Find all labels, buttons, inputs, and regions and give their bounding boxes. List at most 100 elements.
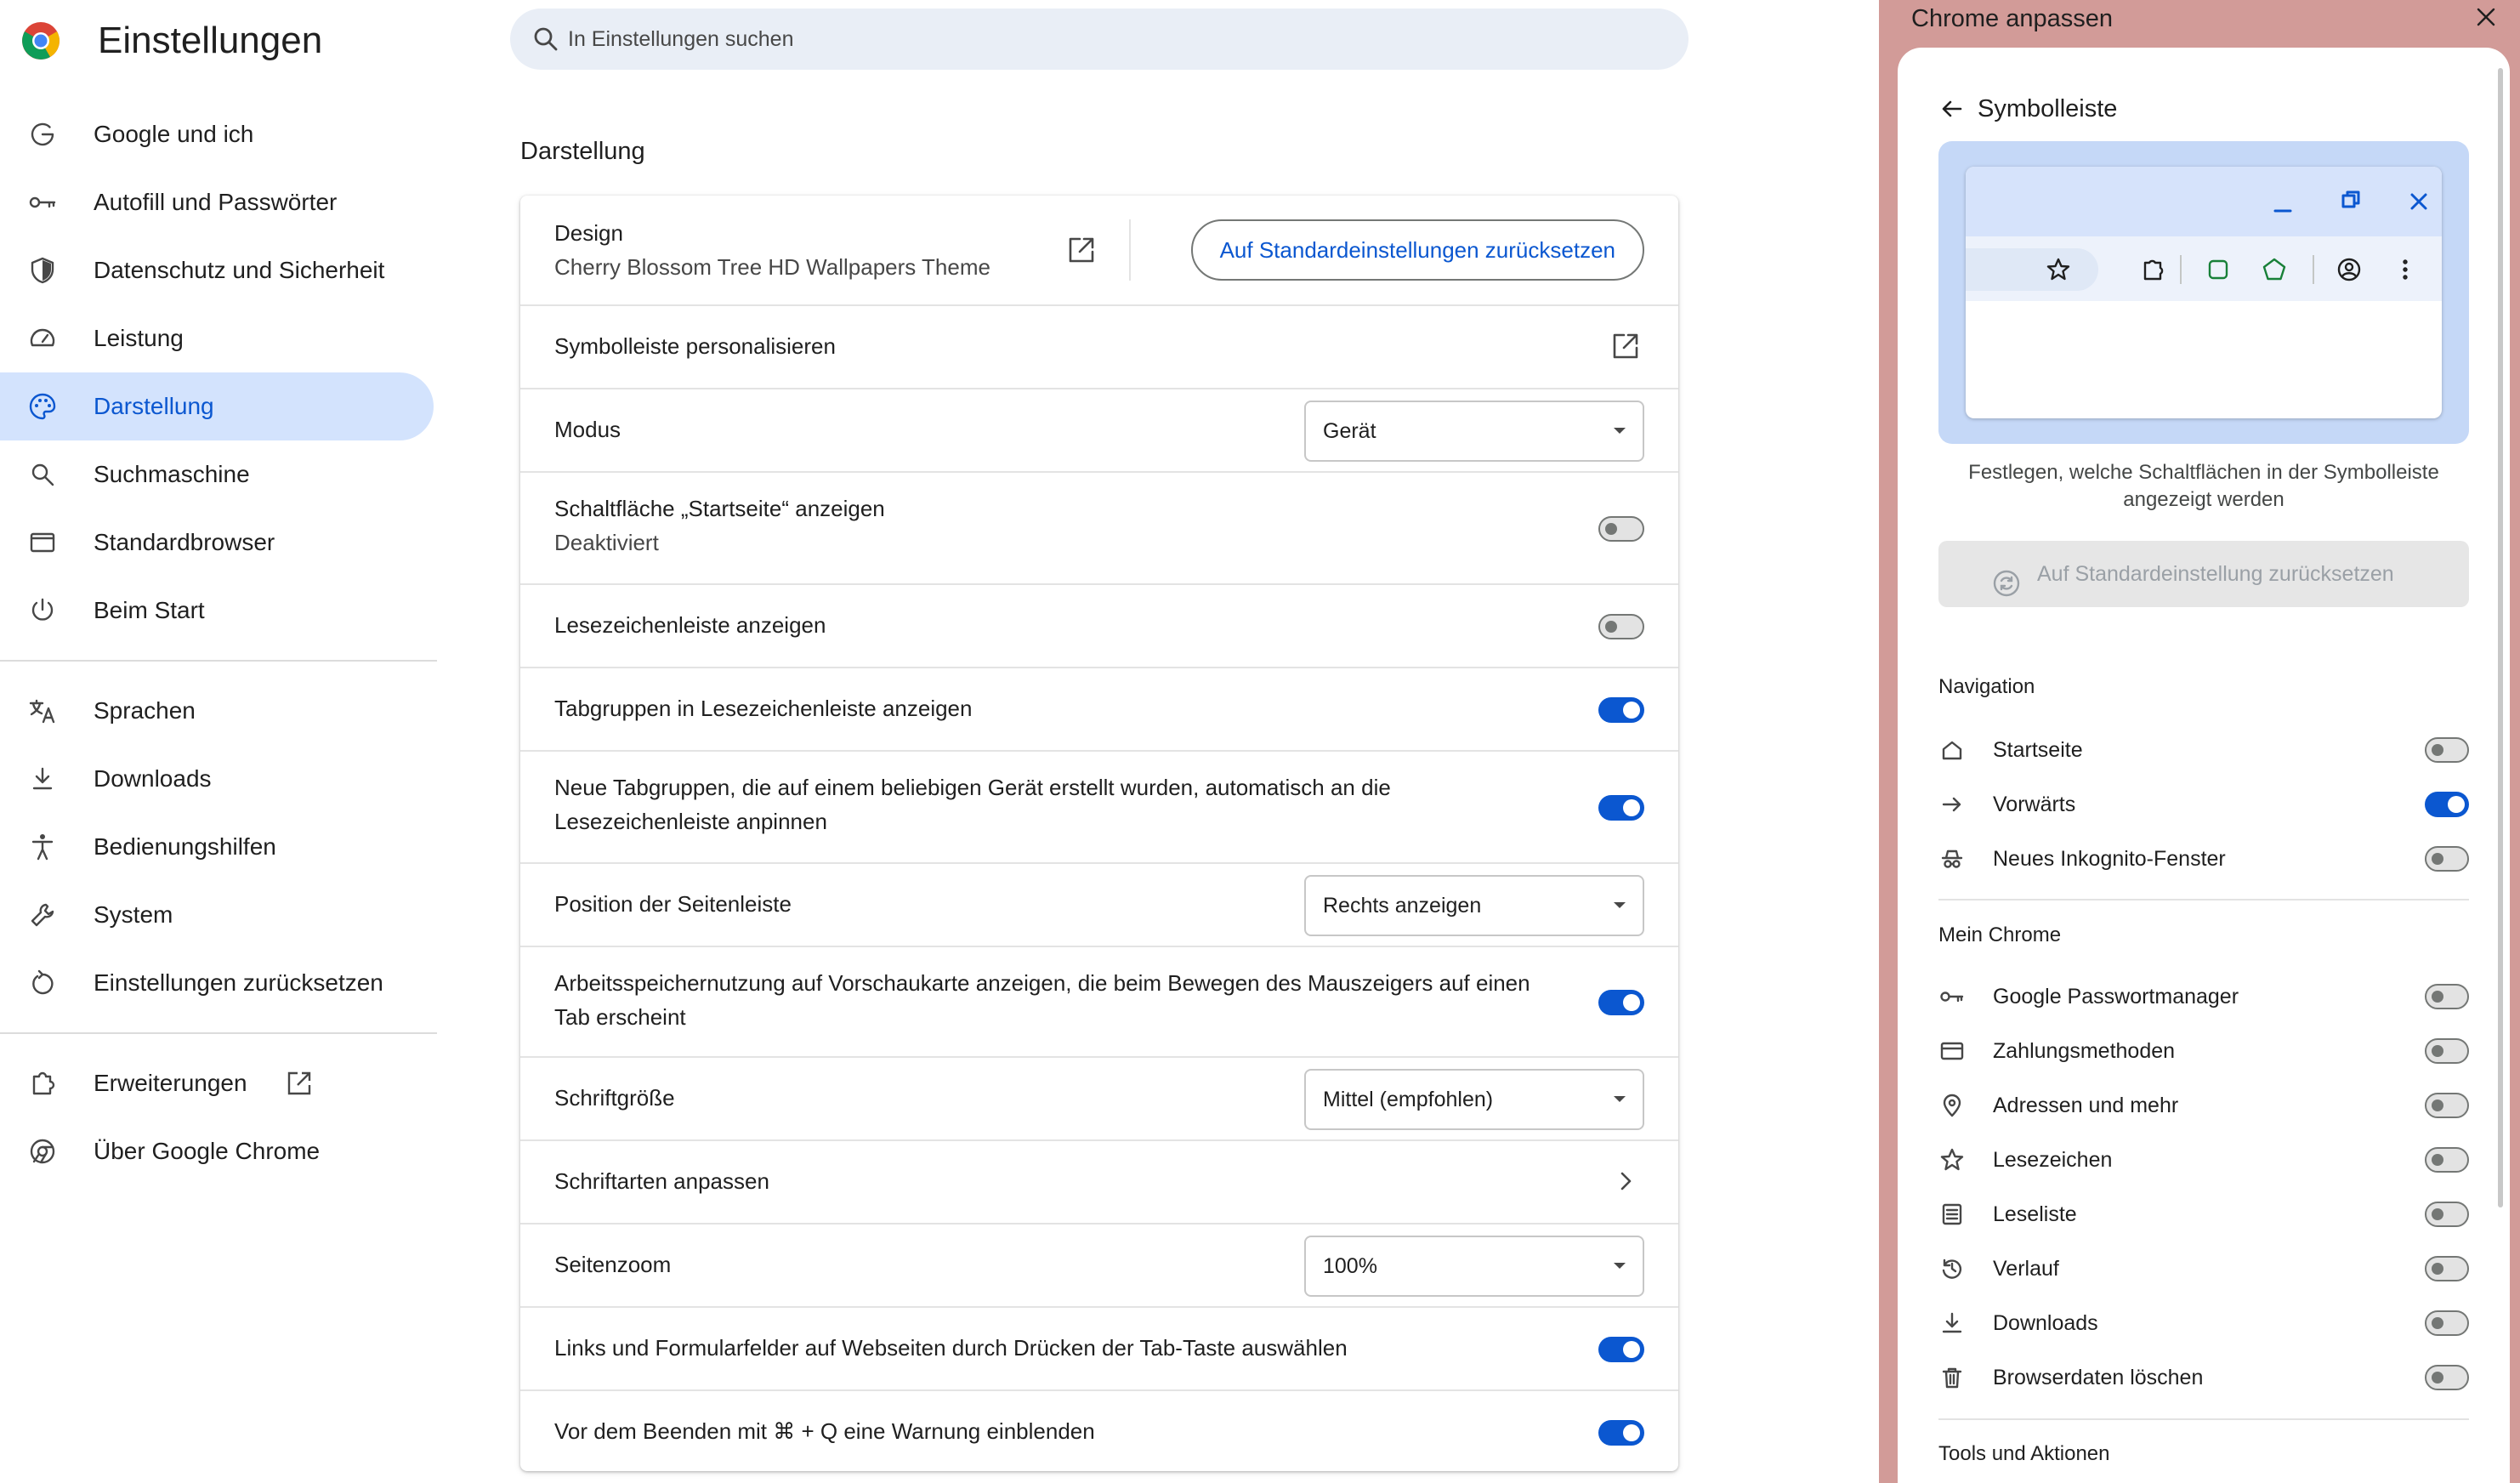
accessibility-icon — [27, 832, 58, 862]
sidebar-item-downloads[interactable]: Downloads — [0, 745, 435, 813]
toolbar-item-addresses: Adressen und mehr — [1938, 1085, 2469, 1128]
sidebar-item-label: System — [94, 901, 173, 928]
customize-toolbar-row[interactable]: Symbolleiste personalisieren — [520, 304, 1678, 388]
page-zoom-select[interactable]: 100% — [1304, 1236, 1644, 1297]
reading-list-toggle[interactable] — [2425, 1202, 2469, 1227]
key-icon — [27, 187, 58, 218]
section-divider — [1938, 1418, 2469, 1420]
sidebar-item-label: Suchmaschine — [94, 461, 250, 487]
quit-warning-toggle[interactable] — [1598, 1420, 1644, 1446]
search-input[interactable] — [568, 9, 1656, 70]
reading-list-icon — [1938, 1201, 1966, 1228]
reset-toolbar-button[interactable]: Auf Standardeinstellung zurücksetzen — [1938, 541, 2469, 607]
mode-select[interactable]: Gerät — [1304, 401, 1644, 462]
nav-divider — [0, 660, 437, 662]
history-icon — [1938, 1255, 1966, 1282]
pin-tab-groups-toggle[interactable] — [1598, 795, 1644, 821]
toolbar-item-label: Neues Inkognito-Fenster — [1993, 847, 2226, 871]
tab-key-toggle[interactable] — [1598, 1337, 1644, 1362]
sidebar-item-default-browser[interactable]: Standardbrowser — [0, 509, 435, 577]
open-in-new-icon[interactable] — [1607, 327, 1644, 365]
clear-data-toggle[interactable] — [2425, 1365, 2469, 1390]
downloads-toggle[interactable] — [2425, 1310, 2469, 1336]
sidebar-position-select[interactable]: Rechts anzeigen — [1304, 875, 1644, 936]
side-panel-scrollbar[interactable] — [2498, 68, 2503, 1207]
section-title: Darstellung — [520, 138, 645, 165]
sidebar-item-label: Einstellungen zurücksetzen — [94, 969, 383, 996]
sidebar-item-appearance[interactable]: Darstellung — [0, 372, 434, 440]
bookmarks-toggle[interactable] — [2425, 1147, 2469, 1173]
home-button-row: Schaltfläche „Startseite“ anzeigen Deakt… — [520, 471, 1678, 583]
sidebar-item-label: Leistung — [94, 325, 184, 351]
sidebar-item-label: Beim Start — [94, 597, 205, 623]
font-size-select[interactable]: Mittel (empfohlen) — [1304, 1069, 1644, 1130]
search-box[interactable] — [510, 9, 1689, 70]
toolbar-item-label: Vorwärts — [1993, 793, 2076, 816]
chrome-logo-icon — [20, 20, 61, 61]
toolbar-item-label: Zahlungsmethoden — [1993, 1039, 2176, 1063]
sidebar-item-performance[interactable]: Leistung — [0, 304, 435, 372]
toolbar-preview — [1938, 141, 2469, 444]
incognito-icon — [1938, 845, 1966, 872]
history-toggle[interactable] — [2425, 1256, 2469, 1281]
customize-toolbar-label: Symbolleiste personalisieren — [554, 333, 836, 359]
sidebar-item-extensions[interactable]: Erweiterungen — [0, 1049, 435, 1117]
bookmarks-bar-row: Lesezeichenleiste anzeigen — [520, 583, 1678, 667]
page-zoom-label: Seitenzoom — [554, 1252, 672, 1277]
sidebar-item-autofill[interactable]: Autofill und Passwörter — [0, 168, 435, 236]
custom-fonts-row[interactable]: Schriftarten anpassen — [520, 1139, 1678, 1223]
profile-icon — [2335, 255, 2364, 284]
sidebar-item-search-engine[interactable]: Suchmaschine — [0, 440, 435, 509]
toolbar-item-password-manager: Google Passwortmanager — [1938, 976, 2469, 1019]
payment-methods-toggle[interactable] — [2425, 1038, 2469, 1064]
bookmarks-bar-toggle[interactable] — [1598, 614, 1644, 639]
close-icon — [2404, 187, 2433, 216]
incognito-toggle[interactable] — [2425, 846, 2469, 872]
preview-omnibox — [1966, 248, 2098, 291]
section-heading-my-chrome: Mein Chrome — [1938, 923, 2062, 946]
translate-icon — [27, 696, 58, 726]
credit-card-icon — [1938, 1037, 1966, 1065]
addresses-toggle[interactable] — [2425, 1093, 2469, 1118]
mode-label: Modus — [554, 417, 621, 442]
sidebar-item-google-und-ich[interactable]: Google und ich — [0, 100, 435, 168]
sidebar-item-languages[interactable]: Sprachen — [0, 677, 435, 745]
sidebar-item-label: Bedienungshilfen — [94, 833, 276, 860]
sidebar-item-system[interactable]: System — [0, 881, 435, 949]
design-label: Design — [554, 220, 623, 246]
toolbar-separator — [2180, 255, 2182, 284]
close-icon[interactable] — [2471, 2, 2501, 32]
sidebar-item-about-chrome[interactable]: Über Google Chrome — [0, 1117, 435, 1185]
home-button-toggle[interactable] — [1598, 516, 1644, 542]
sidebar-item-reset-settings[interactable]: Einstellungen zurücksetzen — [0, 949, 435, 1017]
font-size-value: Mittel (empfohlen) — [1323, 1088, 1494, 1111]
sidebar-item-accessibility[interactable]: Bedienungshilfen — [0, 813, 435, 881]
back-button[interactable]: Symbolleiste — [1938, 92, 2117, 126]
appearance-card: Design Cherry Blossom Tree HD Wallpapers… — [520, 196, 1678, 1471]
sidebar-item-label: Erweiterungen — [94, 1070, 247, 1096]
tab-groups-label: Tabgruppen in Lesezeichenleiste anzeigen — [554, 696, 973, 721]
palette-icon — [27, 391, 58, 422]
chevron-down-icon — [1614, 1096, 1626, 1102]
reset-theme-button[interactable]: Auf Standardeinstellungen zurücksetzen — [1190, 219, 1644, 281]
font-size-row: Schriftgröße Mittel (empfohlen) — [520, 1056, 1678, 1139]
forward-toggle[interactable] — [2425, 792, 2469, 817]
toolbar-item-incognito: Neues Inkognito-Fenster — [1938, 838, 2469, 881]
browser-window-icon — [27, 527, 58, 558]
design-row: Design Cherry Blossom Tree HD Wallpapers… — [520, 196, 1678, 304]
chevron-down-icon — [1614, 902, 1626, 908]
tab-groups-toggle[interactable] — [1598, 697, 1644, 723]
more-vert-icon — [2391, 255, 2420, 284]
chrome-icon — [27, 1136, 58, 1167]
open-theme-store-button[interactable] — [1063, 231, 1100, 269]
search-icon — [27, 459, 58, 490]
toolbar-item-label: Verlauf — [1993, 1257, 2059, 1281]
home-toggle[interactable] — [2425, 737, 2469, 763]
home-button-label: Schaltfläche „Startseite“ anzeigen — [554, 496, 885, 521]
password-manager-toggle[interactable] — [2425, 984, 2469, 1009]
sidebar-item-privacy[interactable]: Datenschutz und Sicherheit — [0, 236, 435, 304]
puzzle-icon — [27, 1068, 58, 1099]
memory-usage-toggle[interactable] — [1598, 990, 1644, 1015]
sidebar-item-on-startup[interactable]: Beim Start — [0, 577, 435, 645]
search-icon — [531, 24, 561, 54]
